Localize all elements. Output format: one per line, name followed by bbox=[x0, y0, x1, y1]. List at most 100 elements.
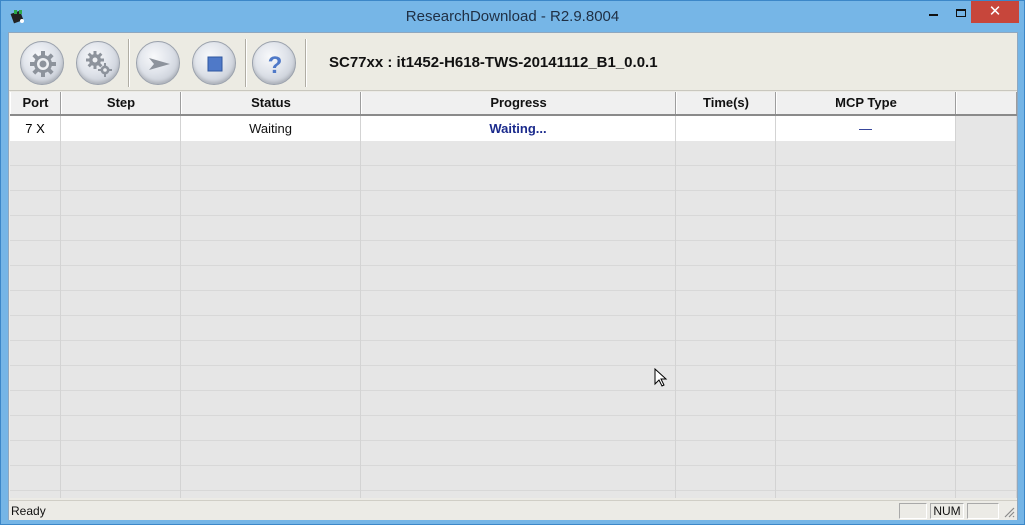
column-header-step[interactable]: Step bbox=[61, 92, 181, 114]
maximize-icon bbox=[955, 9, 966, 18]
empty-cell bbox=[776, 341, 956, 366]
table-row[interactable]: 7 X Waiting Waiting... — bbox=[10, 116, 1017, 141]
empty-cell bbox=[676, 366, 776, 391]
empty-cell bbox=[776, 191, 956, 216]
close-icon: ✕ bbox=[988, 3, 1002, 20]
empty-cell bbox=[181, 466, 361, 491]
cell-port: 7 X bbox=[10, 116, 61, 141]
empty-cell bbox=[776, 391, 956, 416]
empty-cell bbox=[181, 441, 361, 466]
empty-cell bbox=[676, 341, 776, 366]
empty-cell bbox=[676, 466, 776, 491]
empty-cell bbox=[61, 366, 181, 391]
column-header-progress[interactable]: Progress bbox=[361, 92, 676, 114]
grid-rows: 7 X Waiting Waiting... — bbox=[10, 116, 1017, 498]
status-text: Ready bbox=[11, 504, 46, 518]
empty-cell bbox=[956, 391, 1017, 416]
stop-icon bbox=[207, 56, 223, 72]
empty-cell bbox=[776, 466, 956, 491]
empty-cell bbox=[956, 191, 1017, 216]
settings-button[interactable] bbox=[76, 41, 120, 85]
empty-cell bbox=[361, 441, 676, 466]
empty-cell bbox=[776, 141, 956, 166]
empty-cell bbox=[181, 416, 361, 441]
minimize-icon bbox=[929, 14, 938, 17]
empty-cell bbox=[10, 416, 61, 441]
empty-cell bbox=[181, 166, 361, 191]
stop-download-button[interactable] bbox=[192, 41, 236, 85]
empty-cell bbox=[181, 216, 361, 241]
empty-cell bbox=[10, 316, 61, 341]
help-icon: ? bbox=[268, 52, 283, 79]
empty-cell bbox=[361, 391, 676, 416]
grid-header: Port Step Status Progress Time(s) MCP Ty… bbox=[10, 92, 1017, 116]
empty-cell bbox=[676, 441, 776, 466]
empty-cell bbox=[181, 291, 361, 316]
empty-row bbox=[10, 391, 1017, 416]
empty-cell bbox=[61, 216, 181, 241]
empty-cell bbox=[776, 266, 956, 291]
empty-row bbox=[10, 266, 1017, 291]
empty-cell bbox=[181, 191, 361, 216]
empty-cell bbox=[956, 341, 1017, 366]
empty-row bbox=[10, 441, 1017, 466]
start-download-button[interactable] bbox=[136, 41, 180, 85]
client-area: ? SC77xx : it1452-H618-TWS-20141112_B1_0… bbox=[8, 32, 1018, 520]
empty-row bbox=[10, 341, 1017, 366]
cell-time bbox=[676, 116, 776, 141]
empty-cell bbox=[776, 416, 956, 441]
empty-cell bbox=[361, 216, 676, 241]
empty-cell bbox=[776, 216, 956, 241]
empty-row bbox=[10, 191, 1017, 216]
empty-cell bbox=[676, 316, 776, 341]
cell-mcp-type: — bbox=[776, 116, 956, 141]
empty-cell bbox=[956, 316, 1017, 341]
empty-cell bbox=[10, 216, 61, 241]
empty-cell bbox=[361, 266, 676, 291]
empty-cell bbox=[776, 366, 956, 391]
packet-info-label: SC77xx : it1452-H618-TWS-20141112_B1_0.0… bbox=[329, 54, 658, 71]
empty-cell bbox=[61, 141, 181, 166]
empty-cell bbox=[10, 266, 61, 291]
window-title: ResearchDownload - R2.9.8004 bbox=[405, 8, 620, 25]
empty-cell bbox=[776, 441, 956, 466]
app-window: ResearchDownload - R2.9.8004 ✕ ? SC77xx … bbox=[0, 0, 1025, 525]
empty-cell bbox=[361, 191, 676, 216]
empty-cell bbox=[10, 491, 61, 498]
minimize-button[interactable] bbox=[920, 1, 947, 23]
close-button[interactable]: ✕ bbox=[971, 1, 1019, 23]
load-packet-button[interactable] bbox=[20, 41, 64, 85]
empty-cell bbox=[61, 341, 181, 366]
cell-progress: Waiting... bbox=[361, 116, 676, 141]
empty-cell bbox=[676, 191, 776, 216]
title-bar[interactable]: ResearchDownload - R2.9.8004 ✕ bbox=[1, 1, 1024, 32]
column-header-mcp-type[interactable]: MCP Type bbox=[776, 92, 956, 114]
empty-cell bbox=[361, 341, 676, 366]
mouse-cursor-icon bbox=[654, 368, 668, 387]
about-button[interactable]: ? bbox=[252, 41, 296, 85]
column-header-time[interactable]: Time(s) bbox=[676, 92, 776, 114]
gears-icon bbox=[86, 51, 112, 77]
maximize-button[interactable] bbox=[947, 1, 974, 23]
empty-cell bbox=[181, 266, 361, 291]
empty-cell bbox=[10, 366, 61, 391]
toolbar-separator bbox=[245, 39, 247, 87]
empty-cell bbox=[10, 466, 61, 491]
empty-cell bbox=[676, 391, 776, 416]
empty-row bbox=[10, 416, 1017, 441]
empty-cell bbox=[10, 341, 61, 366]
resize-grip-icon[interactable] bbox=[1003, 506, 1015, 518]
gear-icon bbox=[30, 51, 56, 77]
port-list[interactable]: Port Step Status Progress Time(s) MCP Ty… bbox=[10, 92, 1017, 498]
empty-cell bbox=[361, 316, 676, 341]
empty-cell bbox=[956, 441, 1017, 466]
empty-cell bbox=[956, 416, 1017, 441]
empty-cell bbox=[956, 266, 1017, 291]
column-header-empty bbox=[956, 92, 1017, 114]
empty-cell bbox=[10, 141, 61, 166]
empty-cell bbox=[361, 416, 676, 441]
empty-cell bbox=[361, 291, 676, 316]
column-header-port[interactable]: Port bbox=[10, 92, 61, 114]
toolbar-separator bbox=[305, 39, 307, 87]
column-header-status[interactable]: Status bbox=[181, 92, 361, 114]
